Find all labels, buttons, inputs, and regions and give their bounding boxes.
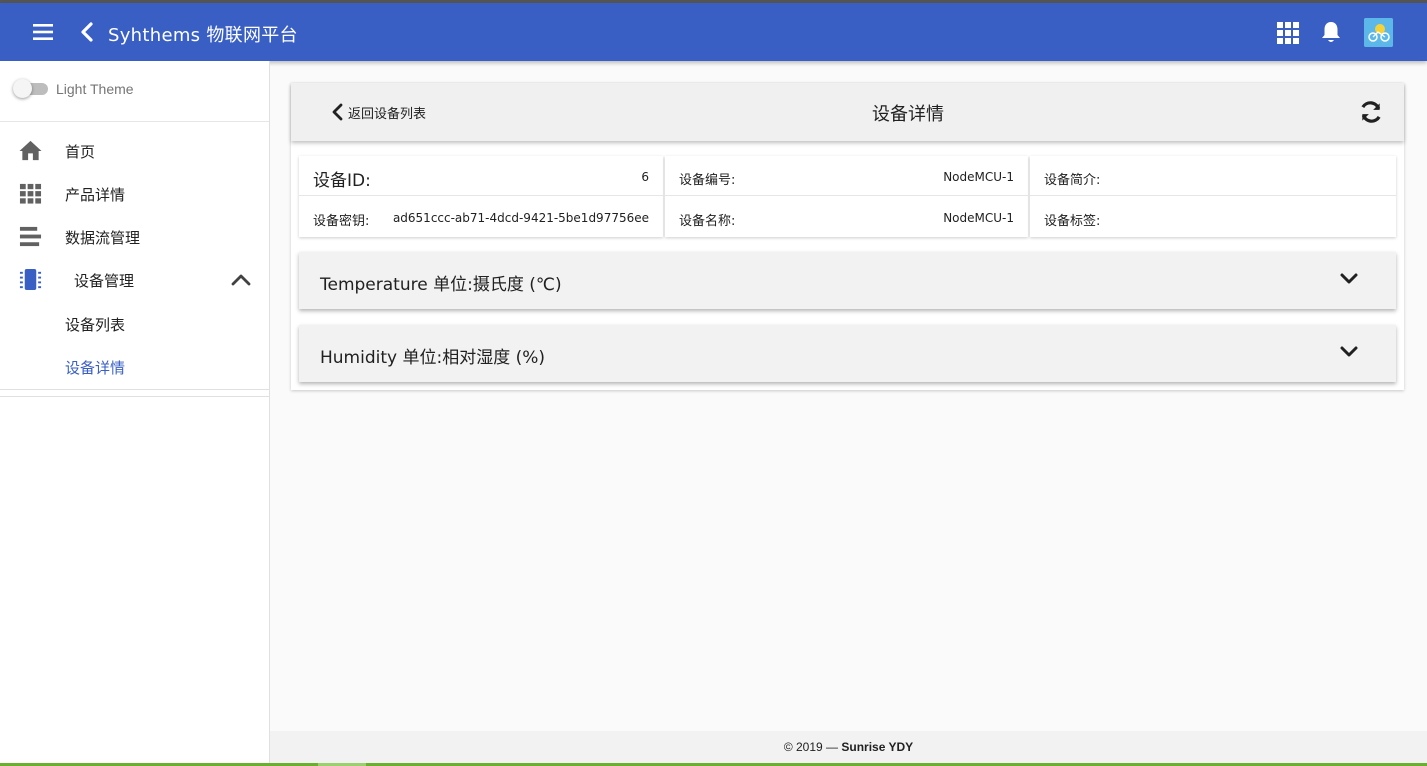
- humidity-expansion-panel[interactable]: Humidity 单位:相对湿度 (%): [299, 325, 1396, 382]
- theme-toggle-switch[interactable]: [13, 79, 48, 98]
- panel-title: Humidity 单位:相对湿度 (%): [320, 348, 546, 368]
- device-code-row: 设备编号: NodeMCU-1: [665, 156, 1028, 196]
- footer: © 2019 — Sunrise YDY: [270, 731, 1427, 764]
- device-tag-row: 设备标签:: [1030, 197, 1396, 237]
- navigation-drawer: Light Theme 首页 产品详情 数据流管理 设备管理 设备列表 设备详情: [0, 61, 270, 766]
- device-desc-label: 设备简介:: [1044, 173, 1101, 188]
- device-id-label: 设备ID:: [313, 171, 371, 191]
- device-info-column: 设备简介: 设备标签:: [1030, 156, 1396, 237]
- sidebar-item-label: 设备详情: [65, 359, 126, 377]
- chevron-down-icon: [1340, 346, 1358, 357]
- back-to-device-list-link[interactable]: 返回设备列表: [331, 101, 426, 123]
- footer-text: © 2019 — Sunrise YDY: [270, 740, 1427, 754]
- switch-thumb: [13, 79, 32, 98]
- panel-title: Temperature 单位:摄氏度 (℃): [320, 275, 562, 295]
- chevron-left-icon[interactable]: [78, 20, 98, 44]
- device-id-value: 6: [641, 170, 649, 184]
- device-info-grid: 设备ID: 6 设备密钥: ad651ccc-ab71-4dcd-9421-5b…: [299, 156, 1396, 237]
- device-name-label: 设备名称:: [679, 214, 736, 229]
- sidebar-item-label: 设备管理: [74, 272, 135, 290]
- device-secret-value: ad651ccc-ab71-4dcd-9421-5be1d97756ee: [392, 211, 649, 225]
- sidebar-subitem-device-detail[interactable]: 设备详情: [0, 345, 269, 388]
- device-desc-row: 设备简介:: [1030, 156, 1396, 196]
- home-icon: [19, 140, 42, 161]
- drawer-divider: [0, 389, 269, 397]
- device-detail-card: 返回设备列表 设备详情 设备ID: 6 设备密钥: ad651ccc-ab71-…: [291, 83, 1404, 390]
- sidebar-item-datastream[interactable]: 数据流管理: [0, 215, 269, 258]
- device-tag-label: 设备标签:: [1044, 214, 1101, 229]
- device-id-row: 设备ID: 6: [299, 156, 663, 196]
- chevron-left-icon: [332, 103, 343, 121]
- avatar-image: [1364, 18, 1393, 47]
- user-avatar[interactable]: [1364, 18, 1393, 47]
- device-info-column: 设备编号: NodeMCU-1 设备名称: NodeMCU-1: [665, 156, 1028, 237]
- theme-toggle-row: Light Theme: [0, 61, 269, 122]
- menu-icon[interactable]: [31, 21, 55, 43]
- chevron-up-icon[interactable]: [231, 270, 251, 290]
- refresh-icon[interactable]: [1358, 99, 1384, 125]
- sidebar-subitem-device-list[interactable]: 设备列表: [0, 302, 269, 345]
- chip-icon: [19, 268, 42, 291]
- author-name: Sunrise YDY: [841, 740, 914, 754]
- apps-grid-icon[interactable]: [1277, 22, 1299, 44]
- device-code-label: 设备编号:: [679, 173, 736, 188]
- device-secret-label: 设备密钥:: [313, 214, 370, 229]
- chevron-down-icon: [1340, 273, 1358, 284]
- sidebar-item-label: 数据流管理: [65, 229, 141, 247]
- temperature-expansion-panel[interactable]: Temperature 单位:摄氏度 (℃): [299, 252, 1396, 309]
- page-title: 设备详情: [872, 104, 944, 125]
- theme-toggle-label: Light Theme: [56, 81, 134, 97]
- device-info-column: 设备ID: 6 设备密钥: ad651ccc-ab71-4dcd-9421-5b…: [299, 156, 663, 237]
- lines-icon: [19, 226, 42, 247]
- app-bar: Syhthems 物联网平台: [0, 3, 1427, 61]
- sidebar-item-label: 设备列表: [65, 316, 126, 334]
- back-link-label: 返回设备列表: [348, 106, 427, 122]
- sidebar-item-label: 首页: [65, 143, 96, 161]
- device-secret-row: 设备密钥: ad651ccc-ab71-4dcd-9421-5be1d97756…: [299, 197, 663, 237]
- sidebar-item-device-management[interactable]: 设备管理: [0, 258, 269, 301]
- sidebar-item-product-detail[interactable]: 产品详情: [0, 172, 269, 215]
- bell-icon[interactable]: [1320, 20, 1342, 44]
- device-code-value: NodeMCU-1: [943, 170, 1014, 184]
- app-title: Syhthems 物联网平台: [108, 25, 298, 46]
- copyright-text: © 2019 —: [783, 740, 842, 754]
- sidebar-item-label: 产品详情: [65, 186, 126, 204]
- grid-icon: [19, 183, 42, 204]
- device-name-value: NodeMCU-1: [943, 211, 1014, 225]
- sidebar-item-home[interactable]: 首页: [0, 129, 269, 172]
- device-name-row: 设备名称: NodeMCU-1: [665, 197, 1028, 237]
- card-header: 返回设备列表 设备详情: [291, 83, 1404, 141]
